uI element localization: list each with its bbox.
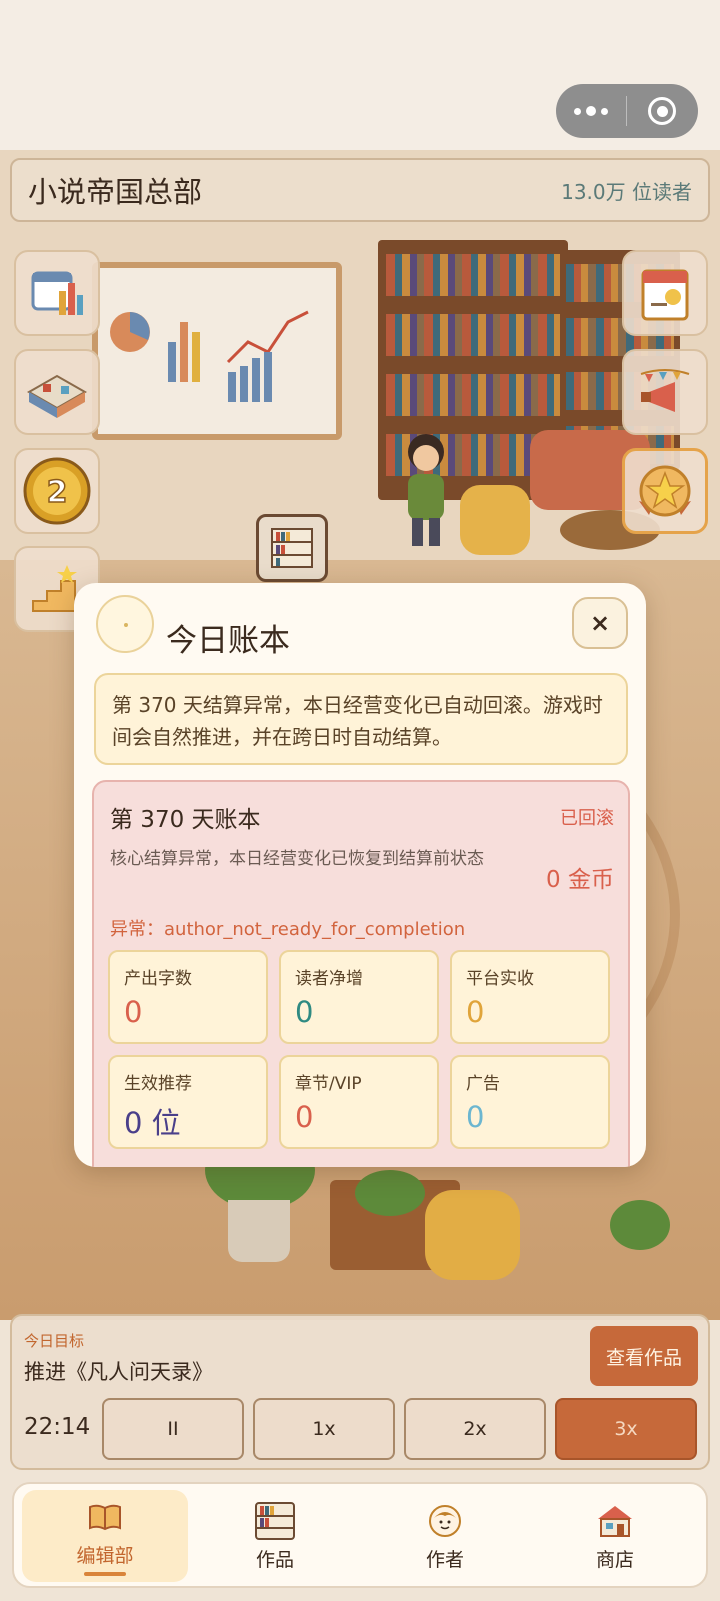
reader-count: 13.0万 位读者 [561, 179, 692, 204]
settlement-notice: 第 370 天结算异常，本日经营变化已自动回滚。游戏时间会自然推进，并在跨日时自… [94, 673, 628, 765]
coin-total: 0 金币 [546, 867, 614, 893]
goal-title: 推进《凡人问天录》 [24, 1360, 213, 1384]
stat-label: 平台实收 [466, 969, 534, 989]
calendar-stats-button[interactable] [14, 250, 100, 336]
stat-label: 生效推荐 [124, 1074, 192, 1094]
tab-works[interactable]: 作品 [192, 1490, 358, 1582]
author-avatar-icon [429, 1504, 461, 1537]
tab-label: 作品 [255, 1548, 294, 1571]
stat-value: 0 [295, 995, 314, 1029]
stat-label: 读者净增 [295, 969, 363, 989]
speed-1x-button[interactable]: 1x [253, 1398, 395, 1460]
tab-label: 商店 [595, 1548, 634, 1571]
view-works-button[interactable]: 查看作品 [590, 1326, 698, 1386]
tab-label: 编辑部 [76, 1544, 134, 1567]
bookshelf-icon [255, 1501, 295, 1540]
ranking-button[interactable] [622, 448, 708, 534]
page-title: 小说帝国总部 [28, 175, 203, 209]
error-message: 异常：author_not_ready_for_completion [110, 919, 466, 940]
game-clock: 22:14 [24, 1414, 91, 1440]
daily-ledger-modal: 今日账本 × 第 370 天结算异常，本日经营变化已自动回滚。游戏时间会自然推进… [74, 583, 646, 1167]
ledger-title: 第 370 天账本 [110, 807, 261, 833]
stat-card-ads: 广告 0 [450, 1055, 610, 1149]
status-badge: 已回滚 [560, 808, 614, 829]
stat-value: 0 [466, 1100, 485, 1134]
plant-decor-3 [610, 1200, 670, 1250]
close-button[interactable]: × [572, 597, 628, 649]
megaphone-icon [640, 369, 690, 412]
coin-button[interactable]: 2 [14, 448, 100, 534]
shop-icon [598, 1505, 632, 1537]
stat-card-recommend: 生效推荐 0 位 [108, 1055, 268, 1149]
goal-label: 今日目标 [24, 1332, 85, 1350]
tab-label: 作者 [425, 1548, 464, 1571]
stat-value: 0 [466, 995, 485, 1029]
stat-card-revenue: 平台实收 0 [450, 950, 610, 1044]
svg-text:2: 2 [47, 475, 68, 510]
ledger-card: 第 370 天账本 已回滚 核心结算异常，本日经营变化已恢复到结算前状态 0 金… [92, 780, 630, 1167]
ledger-description: 核心结算异常，本日经营变化已恢复到结算前状态 [110, 849, 484, 869]
stat-value: 0 [295, 1100, 314, 1134]
headquarters-title-bar: 小说帝国总部 13.0万 位读者 [10, 158, 710, 222]
bookshelf-icon [271, 528, 313, 568]
building-icon [26, 374, 88, 418]
stat-label: 广告 [466, 1074, 500, 1094]
stat-card-readers: 读者净增 0 [279, 950, 439, 1044]
building-button[interactable] [14, 349, 100, 435]
book-icon [89, 1504, 121, 1530]
stat-card-words: 产出字数 0 [108, 950, 268, 1044]
coin-2-icon: 2 [23, 457, 91, 525]
bottom-tab-bar: 编辑部 作品 作者 商店 [12, 1482, 708, 1588]
pause-button[interactable]: II [102, 1398, 244, 1460]
stat-value: 0 位 [124, 1106, 181, 1140]
armchair-decor [425, 1190, 520, 1280]
pot-decor [228, 1200, 290, 1262]
bookshelf-scene-button[interactable] [256, 514, 328, 582]
daily-goal-panel: 今日目标 推进《凡人问天录》 查看作品 22:14 II 1x 2x 3x [10, 1314, 710, 1470]
tab-authors[interactable]: 作者 [362, 1490, 528, 1582]
daily-calendar-button[interactable] [622, 250, 708, 336]
stat-value: 0 [124, 995, 143, 1029]
chair-decor [460, 485, 530, 555]
stat-label: 产出字数 [124, 969, 192, 989]
stat-card-chapters: 章节/VIP 0 [279, 1055, 439, 1149]
tab-editorial[interactable]: 编辑部 [22, 1490, 188, 1582]
sun-decoration-icon [96, 595, 154, 653]
promotion-button[interactable] [622, 349, 708, 435]
target-icon [648, 97, 676, 125]
calendar-chart-icon [31, 271, 83, 315]
tab-shop[interactable]: 商店 [532, 1490, 698, 1582]
stat-label: 章节/VIP [295, 1074, 362, 1094]
active-tab-indicator [84, 1571, 126, 1576]
daily-calendar-icon [641, 269, 689, 321]
mini-program-capsule [556, 84, 698, 138]
modal-title: 今日账本 [166, 623, 290, 659]
speed-2x-button[interactable]: 2x [404, 1398, 546, 1460]
more-menu-button[interactable] [556, 84, 626, 138]
person-decor [408, 434, 444, 546]
close-miniprogram-button[interactable] [627, 84, 697, 138]
star-badge-icon [639, 465, 691, 517]
plant-decor-2 [355, 1170, 425, 1216]
wall-chart-board [92, 262, 342, 440]
speed-3x-button[interactable]: 3x [555, 1398, 697, 1460]
